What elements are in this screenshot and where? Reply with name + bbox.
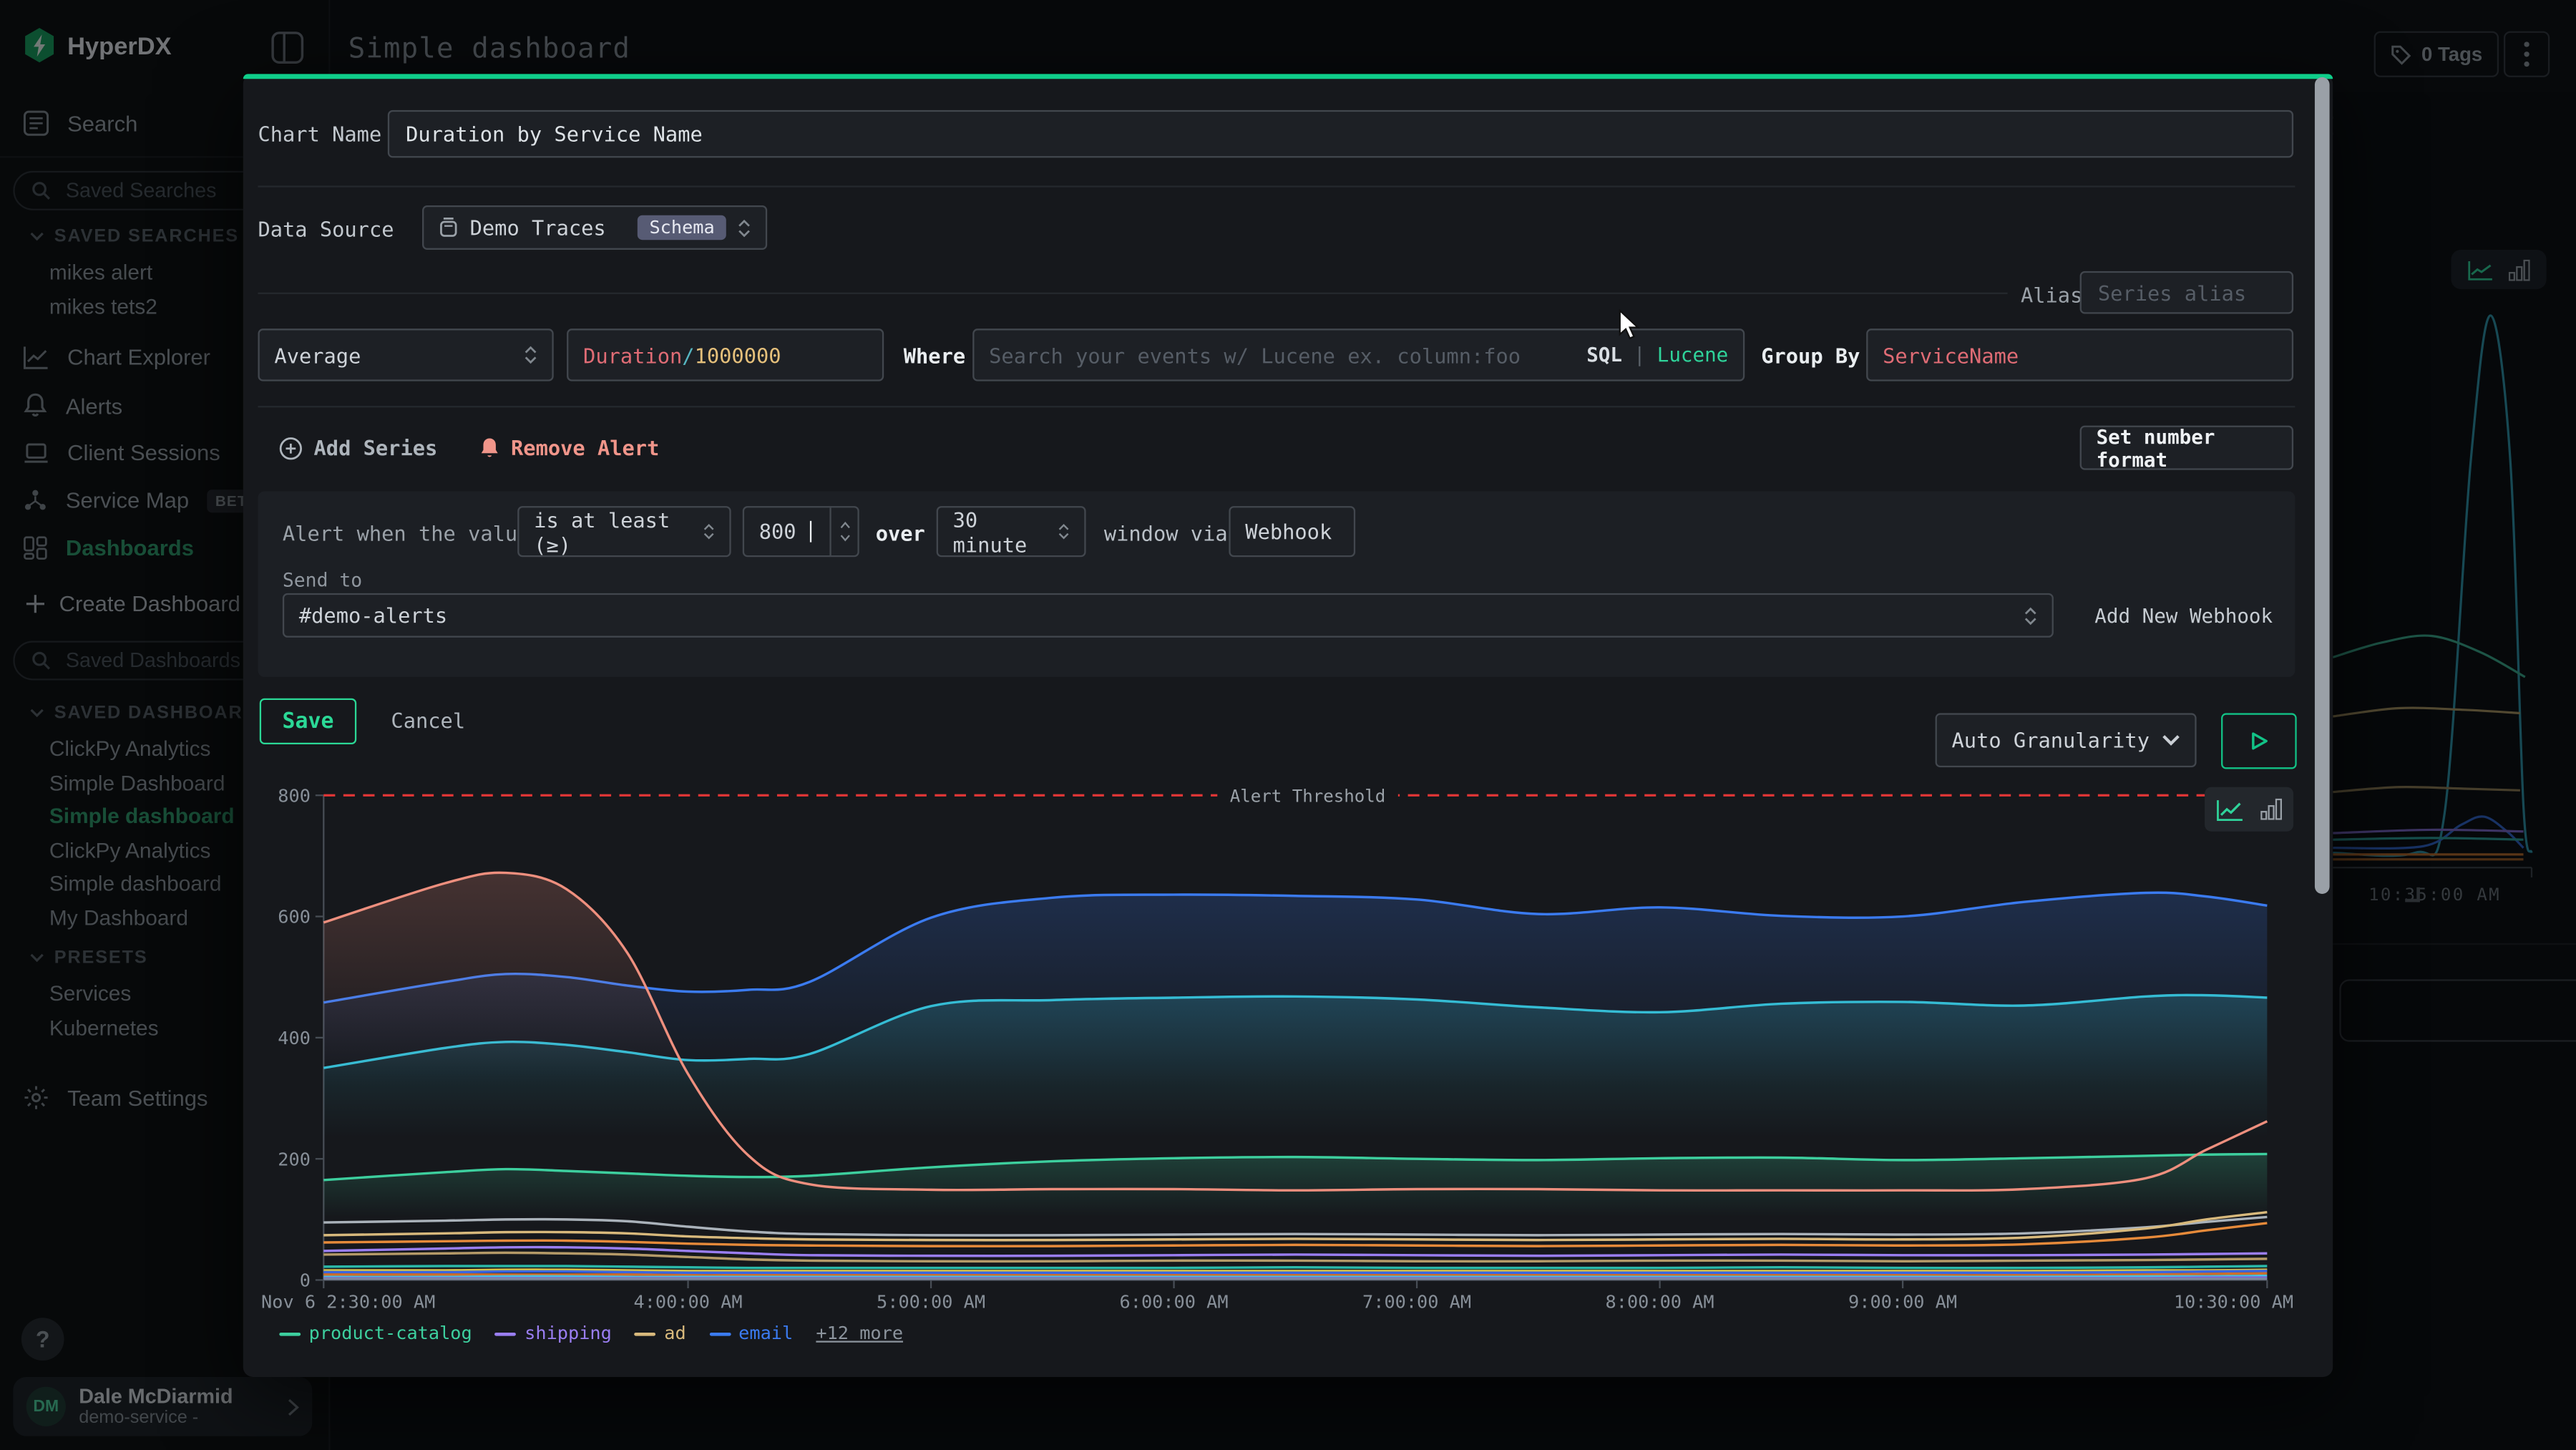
aggregation-select[interactable]: Average <box>258 329 553 381</box>
send-to-select[interactable]: #demo-alerts <box>283 593 2054 638</box>
database-icon <box>439 217 459 238</box>
svg-text:6:00:00 AM: 6:00:00 AM <box>1120 1292 1229 1313</box>
svg-text:Nov 6 2:30:00 AM: Nov 6 2:30:00 AM <box>261 1292 435 1313</box>
sql-toggle[interactable]: SQL <box>1586 344 1622 366</box>
add-series-button[interactable]: Add Series <box>279 435 437 459</box>
svg-text:800: 800 <box>278 785 311 806</box>
over-label: over <box>876 521 925 545</box>
divider <box>258 185 2295 187</box>
chevron-updown-icon <box>2024 605 2037 626</box>
bell-icon <box>479 437 499 459</box>
data-source-value: Demo Traces <box>470 215 627 240</box>
chevron-down-icon <box>2162 734 2180 746</box>
chart-legend: product-catalog shipping ad email +12 more <box>279 1323 903 1344</box>
svg-text:8:00:00 AM: 8:00:00 AM <box>1606 1292 1714 1313</box>
edit-chart-modal: Chart Name Data Source Demo Traces Schem… <box>243 74 2333 1377</box>
mouse-cursor <box>1618 309 1641 342</box>
chevron-updown-icon <box>1058 522 1070 540</box>
chevron-updown-icon <box>738 218 751 238</box>
run-chart-button[interactable] <box>2221 713 2297 769</box>
data-source-select[interactable]: Demo Traces Schema <box>422 205 767 250</box>
modal-scrollbar[interactable] <box>2315 77 2330 894</box>
group-by-input[interactable]: ServiceName <box>1866 329 2293 381</box>
cancel-button[interactable]: Cancel <box>391 709 465 733</box>
spinner-up-icon <box>839 521 850 529</box>
legend-item[interactable]: shipping <box>495 1323 612 1344</box>
send-to-label: Send to <box>283 568 362 591</box>
series-divider <box>258 293 2007 294</box>
svg-text:9:00:00 AM: 9:00:00 AM <box>1848 1292 1957 1313</box>
expression-input[interactable]: Duration/1000000 <box>567 329 884 381</box>
line-chart-icon <box>2216 798 2244 821</box>
alert-window-select[interactable]: 30 minute <box>937 506 1086 557</box>
where-placeholder: Search your events w/ Lucene ex. column:… <box>989 343 1575 367</box>
data-source-label: Data Source <box>258 217 394 241</box>
chart-type-toggle[interactable] <box>2205 787 2293 832</box>
alert-threshold-input[interactable]: 800 <box>743 506 859 557</box>
play-icon <box>2250 731 2268 751</box>
svg-text:400: 400 <box>278 1028 311 1048</box>
where-label: Where <box>904 344 965 368</box>
number-spinner[interactable] <box>829 507 857 555</box>
set-number-format-button[interactable]: Set number format <box>2080 426 2293 470</box>
save-button[interactable]: Save <box>260 699 356 744</box>
svg-text:200: 200 <box>278 1149 311 1169</box>
bar-chart-icon <box>2260 799 2282 820</box>
svg-text:4:00:00 AM: 4:00:00 AM <box>634 1292 743 1313</box>
remove-alert-button[interactable]: Remove Alert <box>479 435 659 459</box>
chart-name-input[interactable] <box>388 110 2293 158</box>
chart-name-label: Chart Name <box>258 122 381 146</box>
plus-circle-icon <box>279 437 302 459</box>
expression-operator: / <box>682 343 694 367</box>
legend-item[interactable]: email <box>709 1323 793 1344</box>
legend-item[interactable]: ad <box>635 1323 686 1344</box>
granularity-select[interactable]: Auto Granularity <box>1936 713 2197 767</box>
text-caret <box>809 521 811 542</box>
alias-label: Alias <box>2021 283 2082 307</box>
add-new-webhook-button[interactable]: Add New Webhook <box>2094 605 2273 628</box>
spinner-down-icon <box>839 534 850 542</box>
alert-condition-select[interactable]: is at least (≥) <box>517 506 731 557</box>
duration-chart: 0 200 400 600 800 Nov 6 2:30:00 AM 4:00:00 AM 5… <box>246 772 2303 1315</box>
series-alias-input[interactable] <box>2080 271 2293 314</box>
svg-text:5:00:00 AM: 5:00:00 AM <box>877 1292 985 1313</box>
legend-more[interactable]: +12 more <box>816 1323 903 1344</box>
alert-channel-select[interactable]: Webhook <box>1229 506 1355 557</box>
chevron-updown-icon <box>524 345 537 365</box>
via-label: window via <box>1104 521 1228 545</box>
divider <box>258 406 2295 407</box>
svg-text:0: 0 <box>300 1270 311 1291</box>
legend-item[interactable]: product-catalog <box>279 1323 472 1344</box>
expression-value: 1000000 <box>695 343 781 367</box>
expression-field: Duration <box>583 343 682 367</box>
svg-text:Alert Threshold: Alert Threshold <box>1230 786 1386 806</box>
svg-text:10:30:00 AM: 10:30:00 AM <box>2174 1292 2293 1313</box>
chevron-updown-icon <box>703 522 715 540</box>
app-root: Simple dashboard 0 Tags 10:35:00 AM Hype… <box>0 0 2576 1450</box>
alert-prefix-label: Alert when the value <box>283 521 530 545</box>
lucene-toggle[interactable]: Lucene <box>1657 344 1729 366</box>
group-by-label: Group By <box>1761 344 1860 368</box>
svg-text:600: 600 <box>278 907 311 928</box>
schema-badge: Schema <box>638 215 726 240</box>
alert-config-panel: Alert when the value is at least (≥) 800… <box>258 491 2295 676</box>
svg-text:7:00:00 AM: 7:00:00 AM <box>1362 1292 1471 1313</box>
